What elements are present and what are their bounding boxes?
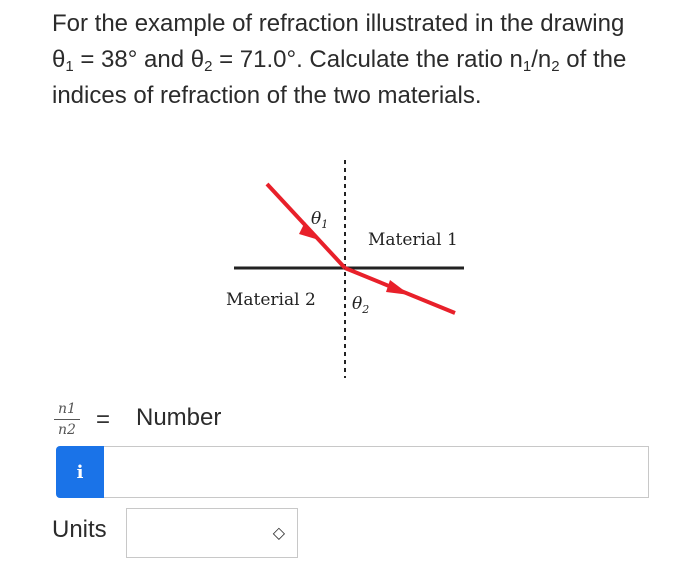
- fraction-bar: [54, 419, 80, 420]
- theta1-label: θ1: [311, 209, 328, 231]
- subscript: 2: [551, 58, 560, 75]
- subscript: 1: [522, 58, 532, 75]
- theta-symbol: θ: [52, 46, 66, 73]
- question-part: For the example of refraction illustrate…: [52, 10, 625, 37]
- info-button[interactable]: i: [56, 446, 104, 498]
- n-symbol: n: [537, 46, 552, 73]
- units-select[interactable]: ◇: [126, 508, 298, 558]
- fraction-denominator: n2: [58, 422, 76, 438]
- question-text: For the example of refraction illustrate…: [52, 6, 652, 114]
- theta2-label: θ2: [352, 294, 369, 316]
- info-icon: i: [76, 461, 84, 483]
- number-input[interactable]: [104, 446, 649, 498]
- fraction-numerator: n1: [58, 401, 76, 417]
- material2-label: Material 2: [226, 290, 316, 310]
- equals-sign: =: [96, 406, 111, 433]
- ratio-fraction: n1 n2: [52, 400, 82, 439]
- refracted-arrowhead: [386, 280, 410, 295]
- question-part: = 38° and: [73, 46, 191, 73]
- theta-symbol: θ: [190, 46, 205, 73]
- number-label: Number: [136, 404, 222, 431]
- slash: /: [531, 46, 538, 73]
- question-part: = 71.0°. Calculate the ratio: [212, 46, 510, 73]
- chevron-updown-icon: ◇: [272, 523, 285, 542]
- units-label: Units: [52, 516, 107, 543]
- subscript: 1: [65, 58, 74, 75]
- material1-label: Material 1: [368, 230, 458, 250]
- n-symbol: n: [509, 46, 523, 73]
- refraction-diagram: θ1 Material 1 Material 2 θ2: [226, 160, 464, 378]
